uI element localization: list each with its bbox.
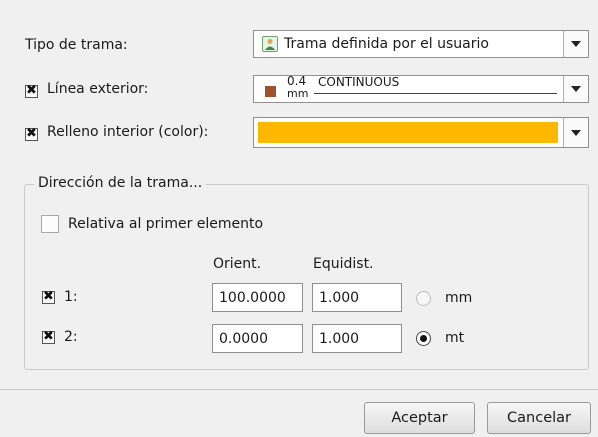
direccion-group bbox=[24, 184, 589, 370]
equidist-column-header: Equidist. bbox=[313, 256, 374, 272]
tipo-trama-combo[interactable]: Trama definida por el usuario bbox=[253, 30, 589, 58]
direction-1-label: 1: bbox=[64, 289, 78, 305]
direction-1-equidist-input[interactable]: 1.000 bbox=[312, 283, 402, 312]
relleno-interior-checkbox[interactable] bbox=[25, 126, 38, 142]
chevron-down-icon[interactable] bbox=[563, 76, 588, 102]
chevron-down-icon[interactable] bbox=[563, 31, 588, 57]
user-icon bbox=[262, 36, 278, 52]
line-type-label: CONTINUOUS bbox=[318, 75, 400, 89]
tipo-trama-label: Tipo de trama: bbox=[25, 37, 128, 53]
unit-mt-radio[interactable] bbox=[416, 331, 431, 346]
direction-2-checkbox[interactable] bbox=[42, 329, 55, 345]
accept-button[interactable]: Aceptar bbox=[364, 402, 475, 434]
unit-mm-label: mm bbox=[445, 290, 473, 306]
line-thickness-unit: mm bbox=[287, 87, 309, 100]
line-thickness-value: 0.4 bbox=[287, 74, 307, 88]
direction-2-orient-input[interactable]: 0.0000 bbox=[212, 324, 303, 353]
direction-1-checkbox[interactable] bbox=[42, 289, 55, 305]
fill-color-swatch bbox=[258, 122, 558, 143]
relleno-interior-label: Relleno interior (color): bbox=[47, 124, 209, 140]
linea-exterior-checkbox[interactable] bbox=[25, 83, 38, 99]
orient-column-header: Orient. bbox=[213, 256, 262, 272]
tipo-trama-value: Trama definida por el usuario bbox=[284, 36, 489, 52]
relativa-checkbox[interactable] bbox=[41, 215, 59, 233]
direction-1-orient-input[interactable]: 100.0000 bbox=[212, 283, 303, 312]
line-preview bbox=[314, 93, 557, 94]
unit-mt-label: mt bbox=[445, 330, 465, 346]
linea-exterior-combo[interactable]: 0.4 mm CONTINUOUS bbox=[253, 75, 589, 103]
line-color-swatch bbox=[265, 86, 276, 97]
direction-2-equidist-input[interactable]: 1.000 bbox=[312, 324, 402, 353]
direction-2-label: 2: bbox=[64, 329, 78, 345]
footer-divider bbox=[0, 389, 598, 390]
relleno-color-combo[interactable] bbox=[253, 117, 589, 148]
cancel-button[interactable]: Cancelar bbox=[487, 402, 591, 434]
relativa-label: Relativa al primer elemento bbox=[68, 216, 264, 232]
unit-mm-radio[interactable] bbox=[416, 291, 431, 306]
linea-exterior-label: Línea exterior: bbox=[47, 81, 149, 97]
direccion-group-title: Dirección de la trama... bbox=[34, 175, 207, 191]
chevron-down-icon[interactable] bbox=[563, 118, 588, 147]
